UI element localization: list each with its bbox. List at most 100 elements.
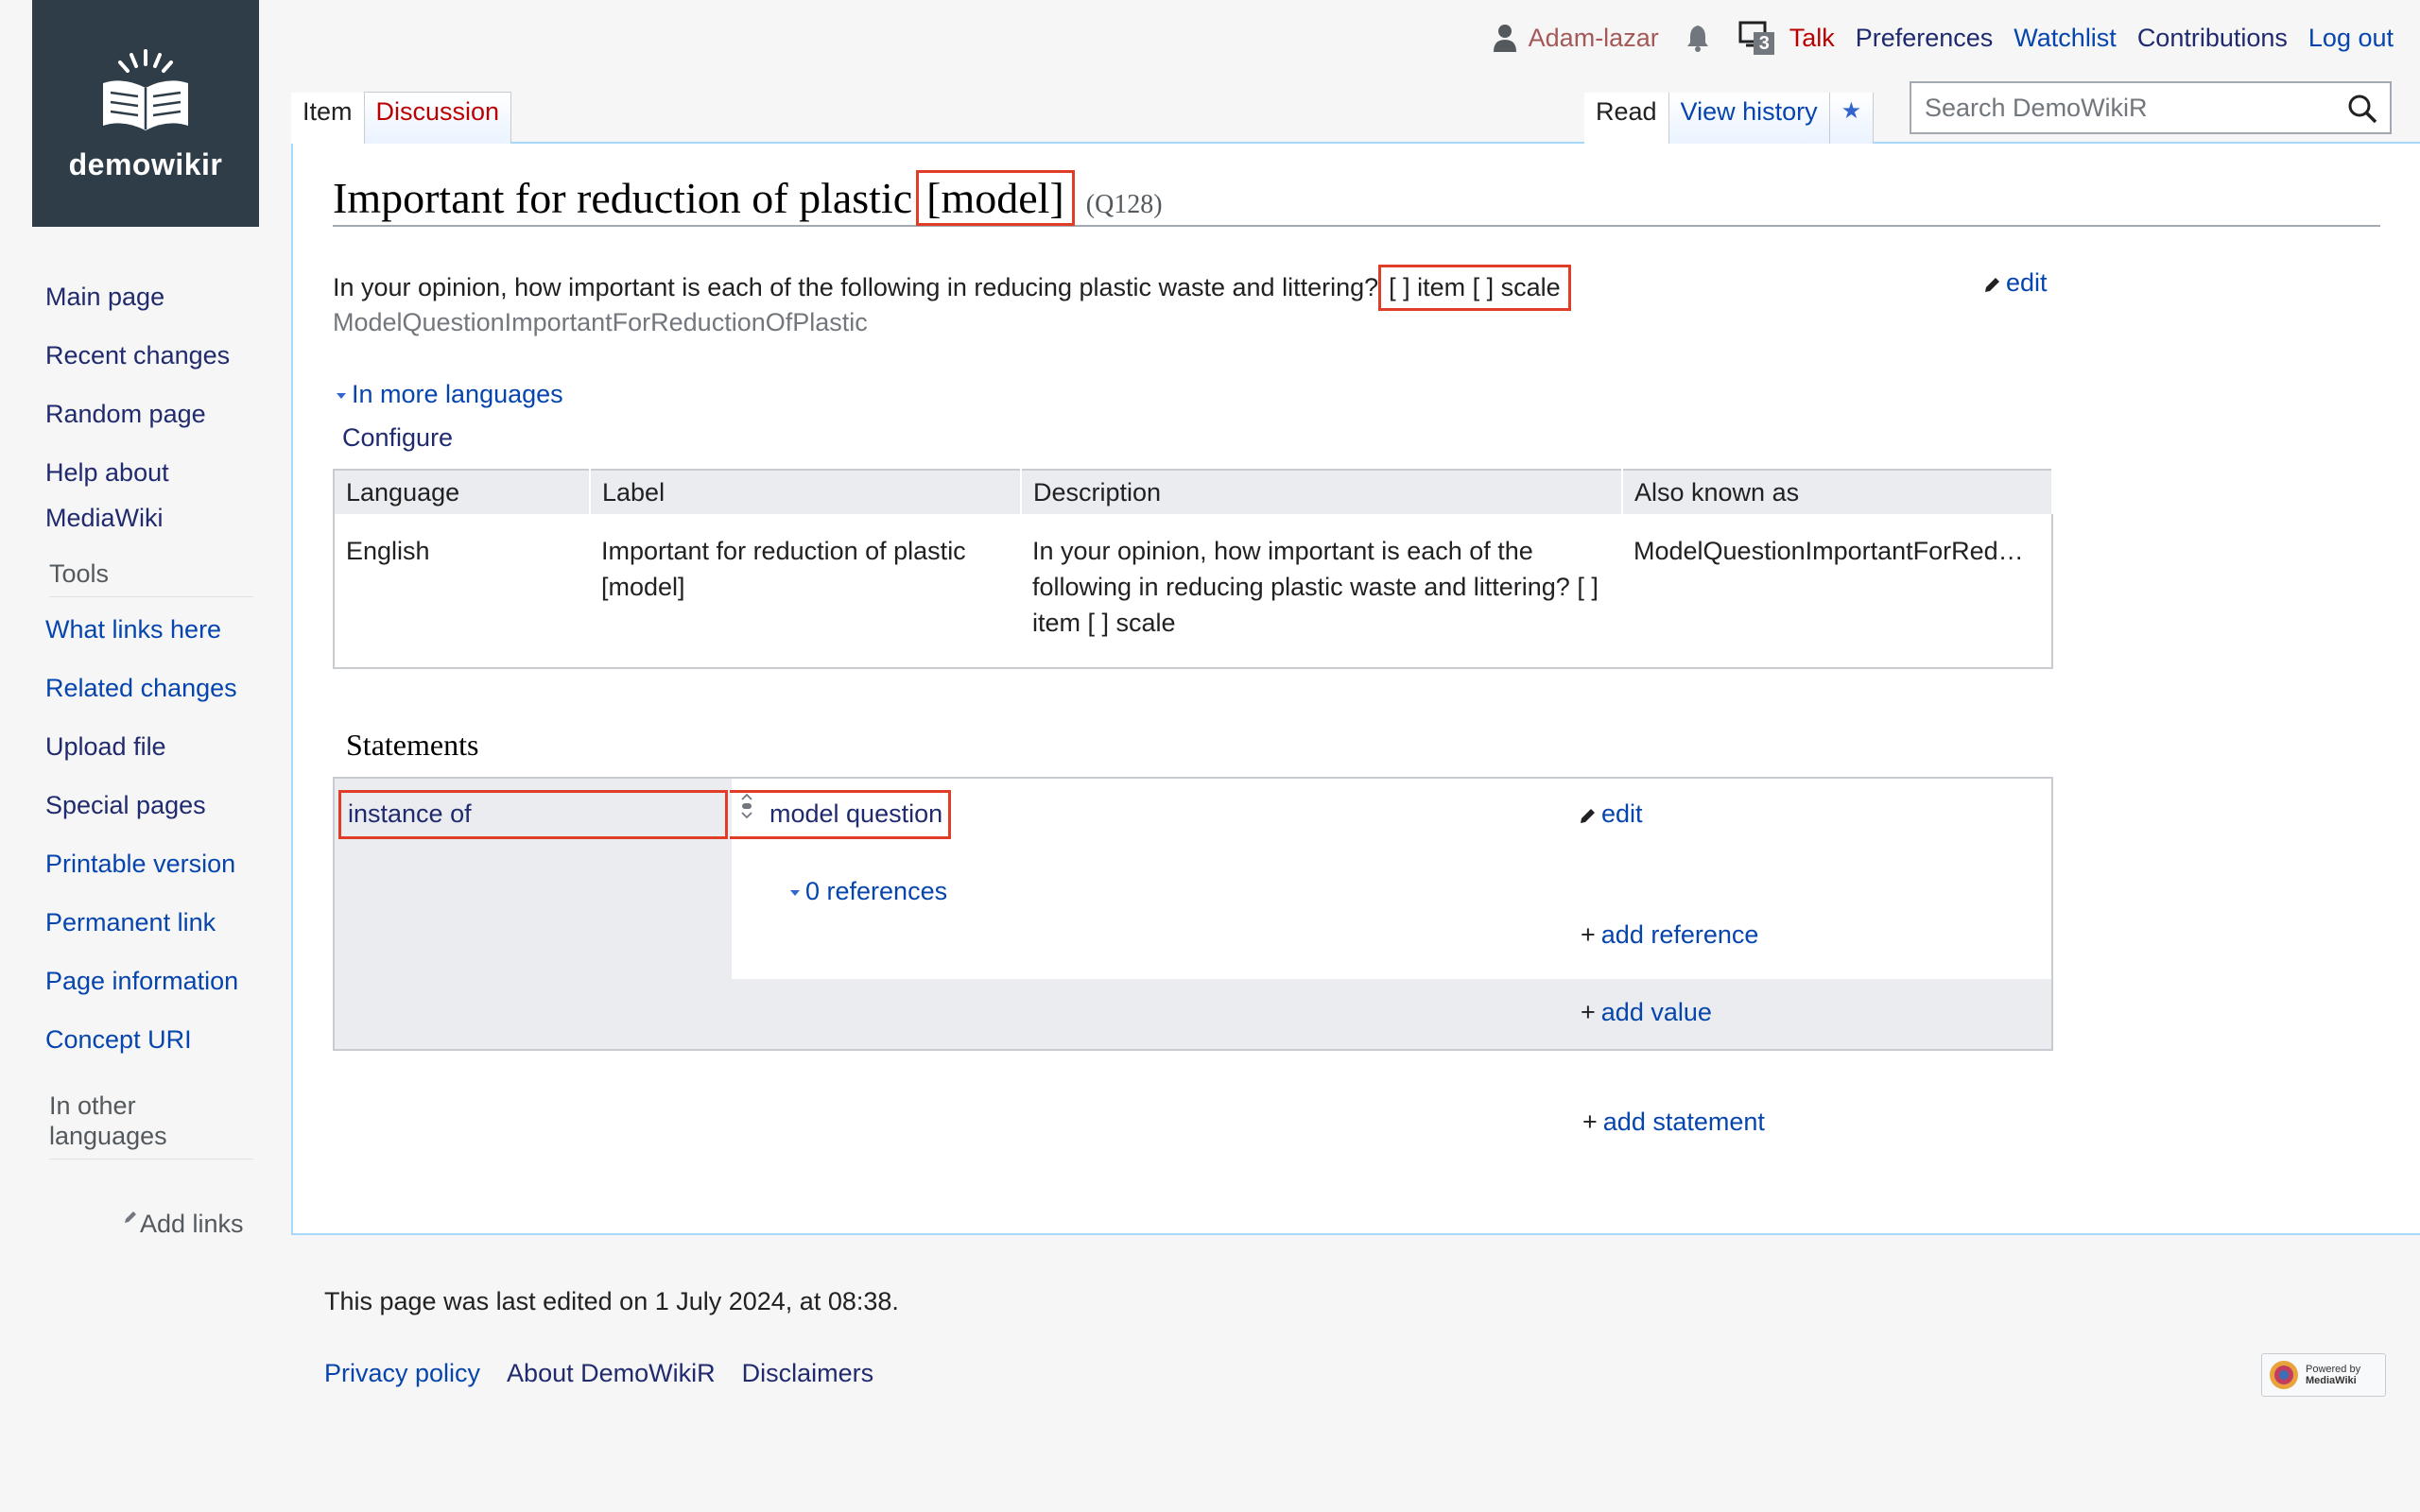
help-line-1: Help about bbox=[45, 458, 169, 487]
pencil-icon bbox=[125, 1211, 136, 1223]
caret-down-icon bbox=[790, 889, 800, 896]
powered-line-1: Powered by bbox=[2306, 1364, 2361, 1375]
other-languages-heading: In other languages bbox=[49, 1091, 253, 1160]
sidebar-tool-concept-uri[interactable]: Concept URI bbox=[45, 1017, 253, 1062]
caret-down-icon bbox=[337, 392, 346, 399]
tab-discussion[interactable]: Discussion bbox=[363, 92, 512, 144]
tab-view-history[interactable]: View history bbox=[1668, 93, 1829, 144]
sidebar-tool-permanent-link[interactable]: Permanent link bbox=[45, 900, 253, 945]
statement-group: instance of model question edit 0 refere… bbox=[333, 777, 2053, 1051]
statement-edit-link[interactable]: edit bbox=[1579, 799, 1643, 829]
logout-link[interactable]: Log out bbox=[2308, 24, 2394, 53]
sidebar-tool-special-pages[interactable]: Special pages bbox=[45, 782, 253, 828]
search-icon[interactable] bbox=[2346, 93, 2378, 125]
other-lang-line-1: In other bbox=[49, 1091, 136, 1120]
col-label: Label bbox=[590, 470, 1022, 514]
description-main: In your opinion, how important is each o… bbox=[333, 273, 1379, 301]
contributions-link[interactable]: Contributions bbox=[2137, 24, 2288, 53]
notices-icon[interactable]: 3 bbox=[1738, 19, 1776, 57]
sidebar-tool-what-links-here[interactable]: What links here bbox=[45, 607, 253, 652]
sidebar-item-help[interactable]: Help about MediaWiki bbox=[45, 450, 253, 541]
edit-header-link[interactable]: edit bbox=[1983, 268, 2048, 298]
add-statement-label: add statement bbox=[1602, 1108, 1765, 1136]
privacy-policy-link[interactable]: Privacy policy bbox=[324, 1359, 480, 1388]
tray-icon bbox=[1738, 21, 1774, 55]
namespace-tabs: Item Discussion bbox=[291, 72, 512, 144]
tab-item[interactable]: Item bbox=[291, 93, 364, 144]
plus-icon: + bbox=[1581, 998, 1596, 1026]
powered-line-2: MediaWiki bbox=[2306, 1375, 2357, 1386]
sidebar-item-random-page[interactable]: Random page bbox=[45, 391, 253, 437]
sidebar-tool-printable-version[interactable]: Printable version bbox=[45, 841, 253, 886]
mediawiki-flower-icon bbox=[2270, 1361, 2298, 1389]
in-more-languages-toggle[interactable]: In more languages bbox=[337, 380, 563, 409]
item-id: (Q128) bbox=[1085, 190, 1163, 219]
col-aliases: Also known as bbox=[1622, 470, 2053, 514]
title-row: Important for reduction of plastic [model… bbox=[333, 161, 2380, 227]
search-input[interactable] bbox=[1923, 92, 2342, 124]
references-label: 0 references bbox=[805, 877, 948, 905]
references-toggle[interactable]: 0 references bbox=[790, 877, 947, 906]
cell-language: English bbox=[346, 537, 430, 565]
statements-heading: Statements bbox=[346, 728, 479, 762]
watchlist-link[interactable]: Watchlist bbox=[2014, 24, 2117, 53]
add-reference-label: add reference bbox=[1600, 920, 1759, 949]
about-link[interactable]: About DemoWikiR bbox=[507, 1359, 716, 1388]
cell-aliases: ModelQuestionImportantForRed… bbox=[1634, 537, 2024, 565]
sidebar-item-main-page[interactable]: Main page bbox=[45, 274, 253, 319]
logo-text: demowikir bbox=[68, 146, 223, 181]
description-highlight-box: [ ] item [ ] scale bbox=[1378, 265, 1571, 311]
add-links-label: Add links bbox=[140, 1210, 244, 1238]
notices-count: 3 bbox=[1758, 33, 1770, 54]
user-icon bbox=[1493, 25, 1516, 52]
col-description: Description bbox=[1021, 470, 1623, 514]
title-main: Important for reduction of plastic bbox=[333, 174, 913, 222]
sidebar-item-recent-changes[interactable]: Recent changes bbox=[45, 333, 253, 378]
other-lang-line-2: languages bbox=[49, 1122, 167, 1150]
bell-icon[interactable] bbox=[1685, 24, 1710, 52]
statement-value-link[interactable]: model question bbox=[769, 799, 942, 829]
cell-label: Important for reduction of plastic [mode… bbox=[601, 537, 966, 601]
site-logo[interactable]: demowikir bbox=[32, 0, 259, 227]
property-link[interactable]: instance of bbox=[348, 799, 472, 829]
search-box bbox=[1910, 81, 2392, 134]
watch-star-icon[interactable]: ★ bbox=[1828, 93, 1875, 144]
book-logo-icon bbox=[103, 48, 188, 130]
tools-heading: Tools bbox=[49, 559, 253, 597]
sidebar-tool-related-changes[interactable]: Related changes bbox=[45, 665, 253, 711]
tab-read[interactable]: Read bbox=[1584, 93, 1668, 144]
personal-tools: Adam-lazar 3 Talk Preferences Watchlist … bbox=[1493, 19, 2394, 57]
sidebar: Main page Recent changes Random page Hel… bbox=[45, 274, 253, 1160]
last-edited-info: This page was last edited on 1 July 2024… bbox=[324, 1287, 899, 1315]
disclaimers-link[interactable]: Disclaimers bbox=[742, 1359, 874, 1388]
username-link[interactable]: Adam-lazar bbox=[1529, 24, 1659, 53]
in-more-languages-label: In more languages bbox=[352, 380, 563, 408]
plus-icon: + bbox=[1581, 920, 1596, 949]
add-value-label: add value bbox=[1600, 998, 1712, 1026]
talk-link[interactable]: Talk bbox=[1789, 24, 1835, 53]
add-links-link[interactable]: Add links bbox=[123, 1210, 244, 1239]
add-statement-button[interactable]: + add statement bbox=[1582, 1108, 1765, 1137]
view-tabs: Read View history ★ bbox=[1584, 72, 1875, 144]
cell-description: In your opinion, how important is each o… bbox=[1032, 537, 1599, 637]
item-aliases: ModelQuestionImportantForReductionOfPlas… bbox=[333, 308, 868, 336]
add-reference-button[interactable]: + add reference bbox=[1581, 920, 1758, 950]
footer-links: Privacy policy About DemoWikiR Disclaime… bbox=[324, 1359, 873, 1388]
page-title: Important for reduction of plastic [model… bbox=[333, 170, 1163, 226]
sidebar-tool-upload-file[interactable]: Upload file bbox=[45, 724, 253, 769]
add-value-button[interactable]: + add value bbox=[1581, 998, 1712, 1027]
configure-link[interactable]: Configure bbox=[342, 423, 453, 453]
help-line-2: MediaWiki bbox=[45, 504, 164, 532]
language-table: Language Label Description Also known as… bbox=[333, 469, 2053, 669]
pencil-icon bbox=[1581, 808, 1595, 823]
item-description: In your opinion, how important is each o… bbox=[333, 265, 1571, 311]
table-row: English Important for reduction of plast… bbox=[334, 514, 2052, 668]
pencil-icon bbox=[1985, 277, 1999, 292]
statement-edit-label: edit bbox=[1601, 799, 1643, 828]
powered-by-text: Powered by MediaWiki bbox=[2306, 1364, 2360, 1386]
title-highlight-box: [model] bbox=[916, 170, 1075, 226]
rank-selector-icon[interactable] bbox=[739, 792, 754, 820]
powered-by-mediawiki-badge[interactable]: Powered by MediaWiki bbox=[2261, 1353, 2386, 1397]
sidebar-tool-page-information[interactable]: Page information bbox=[45, 958, 253, 1004]
preferences-link[interactable]: Preferences bbox=[1856, 24, 1994, 53]
